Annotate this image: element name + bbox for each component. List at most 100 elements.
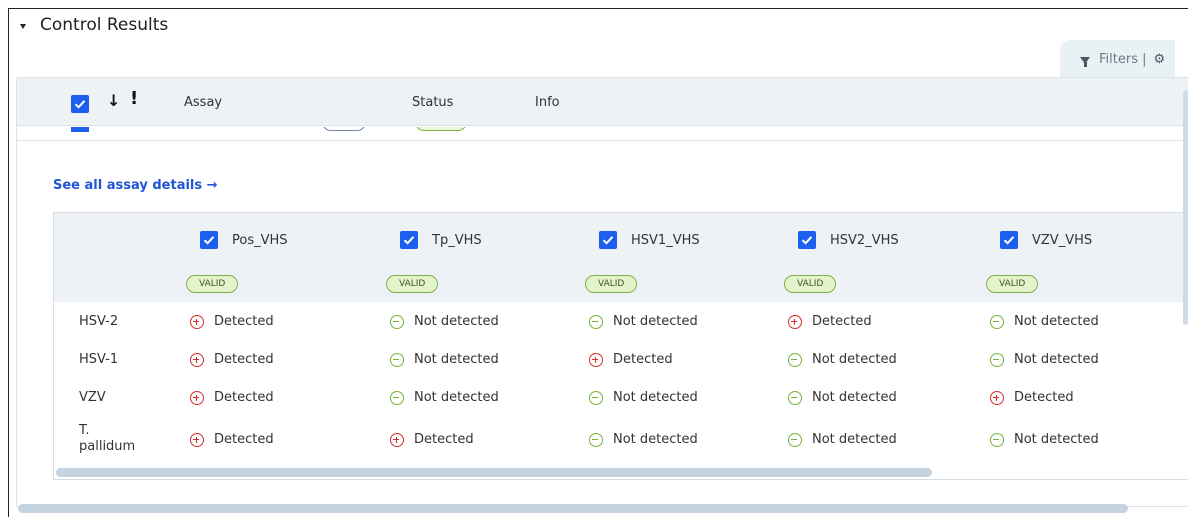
page-horizontal-scrollbar[interactable] [18,504,1128,513]
minus-circle-icon [990,314,1004,329]
assay-details-table: Pos_VHS VALID Tp_VHS VALID HSV1_VHS VALI… [53,212,1188,480]
assay-checkbox[interactable] [1000,231,1018,249]
result-cell: Not detected [390,314,499,329]
minus-circle-icon [990,432,1004,447]
result-text: Not detected [613,390,698,405]
result-cell: Detected [190,390,274,405]
assay-name: HSV2_VHS [830,232,899,248]
minus-circle-icon [390,352,404,367]
result-cell: Not detected [990,314,1099,329]
result-text: Not detected [812,352,897,367]
assay-checkbox[interactable] [599,231,617,249]
result-cell: Not detected [788,432,897,447]
plus-circle-icon [390,432,404,447]
assay-checkbox[interactable] [200,231,218,249]
result-cell: Detected [190,352,274,367]
minus-circle-icon [390,390,404,405]
assay-header-row: Pos_VHS VALID Tp_VHS VALID HSV1_VHS VALI… [54,213,1188,302]
row-label: HSV-1 [79,352,119,367]
result-cell: Not detected [788,352,897,367]
result-cell: Not detected [990,352,1099,367]
result-text: Not detected [1014,314,1099,329]
result-cell: Detected [190,432,274,447]
assay-checkbox[interactable] [400,231,418,249]
vertical-scrollbar[interactable] [1183,90,1188,325]
minus-circle-icon [390,314,404,329]
plus-circle-icon [589,352,603,367]
assay-name: HSV1_VHS [631,232,700,248]
checkmark-icon [1003,236,1015,245]
see-all-assay-details-link[interactable]: See all assay details → [53,178,218,193]
checkmark-icon [403,236,415,245]
plus-circle-icon [190,314,204,329]
column-header-assay[interactable]: Assay [184,95,222,110]
valid-badge: VALID [784,275,837,293]
section-title: Control Results [40,15,169,35]
minus-circle-icon [788,352,802,367]
filters-label: Filters | [1099,51,1147,67]
valid-badge: VALID [186,275,239,293]
valid-badge: VALID [986,275,1039,293]
row-label: HSV-2 [79,314,119,329]
plus-circle-icon [190,432,204,447]
result-text: Detected [613,352,673,367]
results-panel: ↓ ! Assay Status Info See all assay deta… [16,77,1188,507]
caret-down-icon[interactable] [20,23,26,29]
minus-circle-icon [990,352,1004,367]
status-badge [322,127,366,131]
row-checkbox[interactable] [71,127,89,132]
valid-badge: VALID [585,275,638,293]
checkmark-icon [203,236,215,245]
checkmark-icon [74,100,86,109]
result-cell: Not detected [788,390,897,405]
checkmark-icon [602,236,614,245]
result-text: Not detected [414,352,499,367]
result-cell: Not detected [390,390,499,405]
result-cell: Detected [990,390,1074,405]
row-label: T. pallidum [79,423,136,454]
valid-badge: VALID [386,275,439,293]
select-all-checkbox[interactable] [71,95,89,113]
flag-column-icon[interactable]: ! [130,88,138,109]
result-cell: Not detected [589,390,698,405]
minus-circle-icon [589,314,603,329]
minus-circle-icon [788,390,802,405]
result-text: Not detected [613,314,698,329]
gear-icon[interactable]: ⚙ [1153,52,1165,67]
sort-arrow-icon[interactable]: ↓ [107,91,120,110]
result-text: Detected [214,390,274,405]
result-cell: Not detected [990,432,1099,447]
funnel-icon [1080,56,1090,67]
result-text: Detected [214,314,274,329]
filters-button[interactable]: Filters | ⚙ [1060,40,1175,78]
column-header-status[interactable]: Status [412,95,453,110]
table-header: ↓ ! Assay Status Info [17,78,1188,126]
result-cell: Detected [788,314,872,329]
result-cell: Not detected [390,352,499,367]
assay-name: Tp_VHS [432,232,482,248]
result-text: Detected [414,432,474,447]
checkmark-icon [801,236,813,245]
horizontal-scrollbar-thumb[interactable] [56,468,932,477]
result-cell: Not detected [589,314,698,329]
table-row[interactable] [17,127,1188,141]
plus-circle-icon [990,390,1004,405]
result-cell: Detected [190,314,274,329]
plus-circle-icon [190,352,204,367]
result-text: Not detected [1014,432,1099,447]
result-text: Not detected [1014,352,1099,367]
result-text: Not detected [812,390,897,405]
result-text: Detected [1014,390,1074,405]
section-header[interactable]: Control Results [20,15,168,35]
assay-name: Pos_VHS [232,232,288,248]
result-text: Detected [214,432,274,447]
result-cell: Detected [589,352,673,367]
minus-circle-icon [788,432,802,447]
column-header-info[interactable]: Info [535,95,560,110]
plus-circle-icon [190,390,204,405]
result-cell: Not detected [589,432,698,447]
minus-circle-icon [589,432,603,447]
result-cell: Detected [390,432,474,447]
assay-checkbox[interactable] [798,231,816,249]
result-text: Not detected [414,314,499,329]
